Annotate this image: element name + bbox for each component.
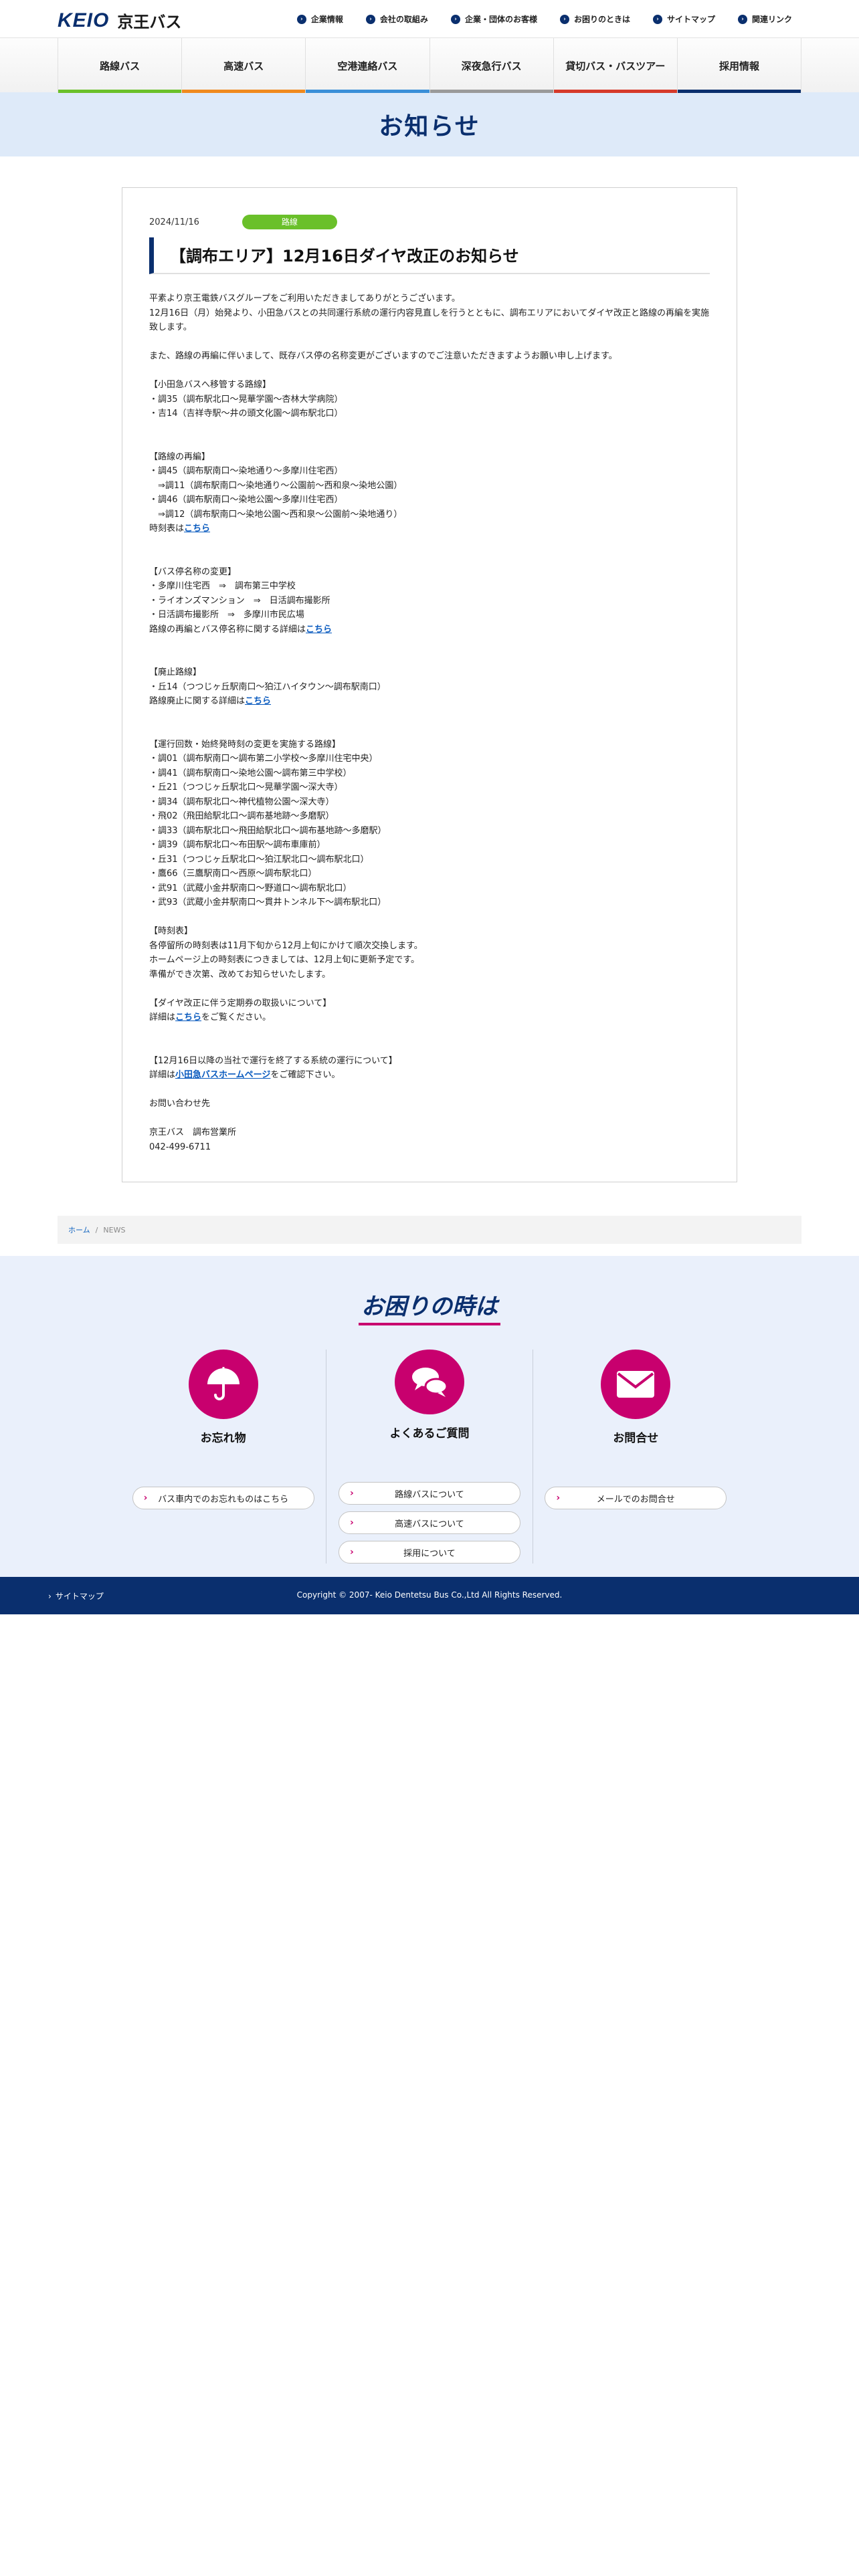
- section-ending-routes: 【12月16日以降の当社で運行を終了する系統の運行について】: [149, 1055, 397, 1066]
- chevron-right-icon: ›: [296, 14, 306, 24]
- help-col-faq: よくあるご質問 › 路線バスについて › 高速バスについて › 採用について: [326, 1350, 532, 1564]
- nav-accent-bar: [306, 90, 430, 93]
- help-col-title: よくあるご質問: [389, 1427, 470, 1440]
- news-article: 2024/11/16 路線 【調布エリア】12月16日ダイヤ改正のお知らせ 平素…: [122, 187, 737, 1182]
- umbrella-icon: [188, 1350, 258, 1419]
- chevron-right-icon: ›: [349, 1547, 354, 1558]
- category-badge: 路線: [242, 215, 337, 229]
- chevron-right-icon: ›: [365, 14, 375, 24]
- stop-rename-link[interactable]: こちら: [306, 625, 332, 635]
- nav-highway-bus[interactable]: 高速バス: [181, 38, 306, 93]
- contact-detail: 京王バス 調布営業所 042-499-6711: [149, 1128, 237, 1152]
- nav-midnight-bus[interactable]: 深夜急行バス: [429, 38, 553, 93]
- link-initiatives[interactable]: › 会社の取組み: [365, 13, 428, 25]
- chevron-right-icon: ›: [349, 1517, 354, 1528]
- lost-items-link[interactable]: › バス車内でのお忘れものはこちら: [132, 1487, 314, 1509]
- faq-recruit-link[interactable]: › 採用について: [338, 1541, 520, 1564]
- link-sitemap[interactable]: › サイトマップ: [652, 13, 715, 25]
- logo-keio-text: KEIO: [58, 9, 110, 31]
- chat-bubbles-icon: [394, 1350, 464, 1414]
- timetable-link-line: 時刻表はこちら: [149, 524, 211, 534]
- nav-route-bus[interactable]: 路線バス: [58, 38, 182, 93]
- link-related[interactable]: › 関連リンク: [737, 13, 792, 25]
- intro-text: 平素より京王電鉄バスグループをご利用いただきましてありがとうございます。 12月…: [149, 294, 710, 332]
- nav-recruit[interactable]: 採用情報: [676, 38, 802, 93]
- nav-accent-bar: [182, 90, 306, 93]
- mail-contact-link[interactable]: › メールでのお問合せ: [545, 1487, 727, 1509]
- commuter-pass-link-line: 詳細はこちらをご覧ください。: [149, 1012, 272, 1023]
- section-route-reorganization: 【路線の再編】 ・調45（調布駅南口〜染地通り〜多摩川住宅西） ⇒調11（調布駅…: [149, 451, 403, 520]
- envelope-icon: [601, 1350, 671, 1419]
- chevron-right-icon: ›: [143, 1493, 148, 1503]
- global-nav: 路線バス 高速バス 空港連絡バス 深夜急行バス 貸切バス・バスツアー 採用情報: [0, 37, 859, 93]
- help-title: お困りの時は: [0, 1288, 859, 1325]
- nav-accent-bar: [553, 90, 677, 93]
- abolished-link[interactable]: こちら: [245, 696, 271, 706]
- help-col-lost-items: お忘れ物 › バス車内でのお忘れものはこちら: [120, 1350, 326, 1564]
- footer: › サイトマップ Copyright © 2007- Keio Dentetsu …: [0, 1577, 859, 1614]
- stop-rename-link-line: 路線の再編とバス停名称に関する詳細はこちら: [149, 624, 332, 635]
- faq-route-bus-link[interactable]: › 路線バスについて: [338, 1482, 520, 1505]
- logo-jp-text: 京王バス: [117, 13, 182, 31]
- breadcrumb-current: NEWS: [103, 1225, 126, 1235]
- contact-heading: お問い合わせ先: [149, 1099, 211, 1109]
- intro-text-2: また、路線の再編に伴いまして、既存バス停の名称変更がございますのでご注意いただき…: [149, 351, 617, 361]
- nav-accent-bar: [677, 90, 801, 93]
- breadcrumb: ホーム / NEWS: [58, 1216, 801, 1244]
- page-title: お知らせ: [379, 113, 480, 140]
- chevron-right-icon: ›: [737, 14, 747, 24]
- nav-airport-bus[interactable]: 空港連絡バス: [305, 38, 430, 93]
- commuter-pass-link[interactable]: こちら: [175, 1012, 201, 1023]
- article-body: 平素より京王電鉄バスグループをご利用いただきましてありがとうございます。 12月…: [149, 292, 710, 1154]
- help-col-title: お問合せ: [613, 1432, 659, 1445]
- breadcrumb-home[interactable]: ホーム: [68, 1224, 90, 1235]
- link-corporate-info[interactable]: › 企業情報: [296, 13, 343, 25]
- link-business-customers[interactable]: › 企業・団体のお客様: [450, 13, 537, 25]
- chevron-right-icon: ›: [349, 1488, 354, 1499]
- section-timetable: 【時刻表】 各停留所の時刻表は11月下旬から12月上旬にかけて順次交換します。 …: [149, 926, 423, 980]
- link-help[interactable]: › お困りのときは: [559, 13, 630, 25]
- chevron-right-icon: ›: [652, 14, 662, 24]
- odakyu-link-line: 詳細は小田急バスホームページをご確認下さい。: [149, 1070, 341, 1080]
- nav-accent-bar: [430, 90, 553, 93]
- chevron-right-icon: ›: [559, 14, 569, 24]
- copyright: Copyright © 2007- Keio Dentetsu Bus Co.,…: [296, 1590, 563, 1600]
- chevron-right-icon: ›: [450, 14, 460, 24]
- section-transfer-routes: 【小田急バスへ移管する路線】 ・調35（調布駅北口〜晃華学園〜杏林大学病院） ・…: [149, 380, 343, 419]
- timetable-link[interactable]: こちら: [184, 524, 210, 534]
- abolished-link-line: 路線廃止に関する詳細はこちら: [149, 696, 272, 706]
- section-schedule-changes: 【運行回数・始終発時刻の変更を実施する路線】 ・調01（調布駅南口〜調布第二小学…: [149, 739, 387, 908]
- faq-highway-bus-link[interactable]: › 高速バスについて: [338, 1511, 520, 1534]
- site-logo[interactable]: KEIO 京王バス: [58, 9, 181, 32]
- article-meta: 2024/11/16 路線: [149, 215, 710, 229]
- nav-accent-bar: [58, 90, 182, 93]
- help-col-contact: お問合せ › メールでのお問合せ: [532, 1350, 739, 1564]
- top-bar: KEIO 京王バス › 企業情報 › 会社の取組み › 企業・団体のお客様 › お困りの…: [0, 0, 859, 37]
- section-commuter-pass: 【ダイヤ改正に伴う定期券の取扱いについて】: [149, 998, 332, 1008]
- nav-charter-bus[interactable]: 貸切バス・バスツアー: [553, 38, 677, 93]
- page-header: お知らせ: [0, 92, 859, 156]
- utility-links: › 企業情報 › 会社の取組み › 企業・団体のお客様 › お困りのときは › サイトマッ…: [296, 13, 792, 25]
- odakyu-bus-link[interactable]: 小田急バスホームページ: [175, 1070, 270, 1080]
- article-date: 2024/11/16: [149, 217, 199, 227]
- help-section: お困りの時は お忘れ物 › バス車内でのお忘れものはこちら よくあるご質問 › 路線…: [0, 1256, 859, 1577]
- chevron-right-icon: ›: [556, 1493, 561, 1503]
- section-abolished-routes: 【廃止路線】 ・丘14（つつじヶ丘駅南口〜狛江ハイタウン〜調布駅南口）: [149, 667, 386, 692]
- article-title: 【調布エリア】12月16日ダイヤ改正のお知らせ: [149, 237, 710, 274]
- section-stop-rename: 【バス停名称の変更】 ・多摩川住宅西 ⇒ 調布第三中学校 ・ライオンズマンション…: [149, 566, 330, 621]
- breadcrumb-separator: /: [95, 1225, 98, 1235]
- help-col-title: お忘れ物: [200, 1432, 246, 1445]
